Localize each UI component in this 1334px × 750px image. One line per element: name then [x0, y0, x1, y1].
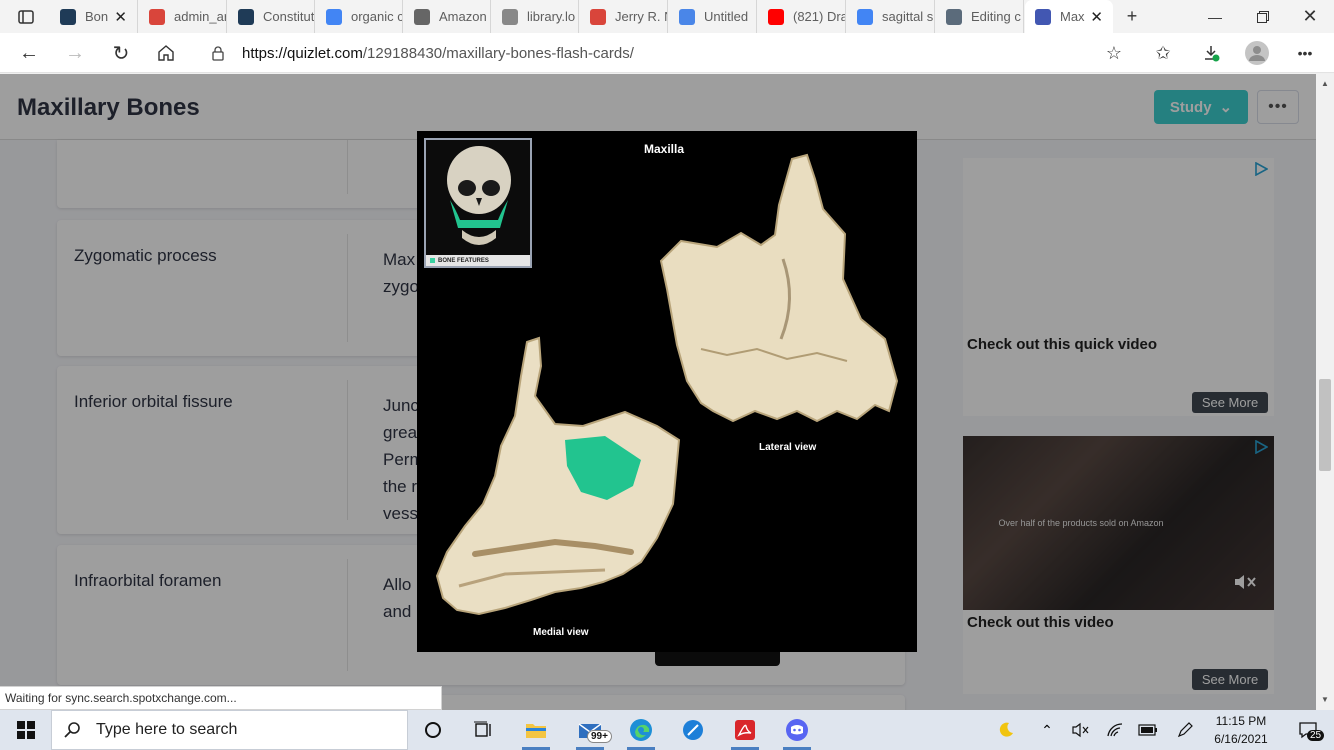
legend-swatch — [430, 258, 435, 263]
tab-actions-icon[interactable] — [12, 0, 40, 33]
task-view-icon[interactable] — [463, 710, 503, 750]
medial-view-label: Medial view — [533, 627, 589, 638]
google-icon — [326, 8, 342, 25]
quizlet-dark-icon — [60, 8, 76, 25]
status-bar-text: Waiting for sync.search.spotxchange.com.… — [0, 686, 442, 710]
google-docs-icon — [679, 8, 695, 25]
tab-label: admin_ar — [174, 9, 227, 24]
refresh-button[interactable]: ↻ — [107, 39, 135, 67]
scrollbar-thumb[interactable] — [1319, 379, 1331, 471]
url-text[interactable]: https://quizlet.com/129188430/maxillary-… — [242, 45, 634, 62]
browser-tab[interactable]: library.lo — [492, 0, 579, 33]
pdf-icon — [590, 8, 606, 25]
adobe-acrobat-icon[interactable] — [725, 710, 765, 750]
discord-icon[interactable] — [777, 710, 817, 750]
favorites-icon[interactable]: ✩ — [1149, 39, 1177, 67]
puzzle-icon — [946, 8, 962, 25]
back-button[interactable]: ← — [15, 39, 43, 67]
windows-start-icon[interactable] — [6, 710, 46, 750]
pdf-icon — [149, 8, 165, 25]
tab-label: (821) Dra — [793, 9, 846, 24]
address-toolbar: ← → ↻ https://quizlet.com/129188430/maxi… — [0, 33, 1334, 73]
tab-label: Editing c — [971, 9, 1021, 24]
browser-tab[interactable]: Constitut — [228, 0, 315, 33]
favorite-star-icon[interactable]: ☆ — [1100, 39, 1128, 67]
google-icon — [857, 8, 873, 25]
lock-icon[interactable] — [210, 45, 226, 61]
clock-time: 11:15 PM — [1215, 714, 1267, 728]
system-clock[interactable]: 11:15 PM 6/16/2021 — [1198, 712, 1284, 748]
browser-tab[interactable]: sagittal s — [847, 0, 935, 33]
battery-icon[interactable] — [1128, 710, 1168, 750]
night-light-icon[interactable] — [986, 710, 1026, 750]
close-tab-icon[interactable]: ✕ — [1090, 8, 1103, 26]
minimize-button[interactable]: — — [1200, 0, 1230, 33]
browser-tab[interactable]: Jerry R. N — [580, 0, 668, 33]
skull-icon — [426, 140, 530, 256]
address-bar[interactable]: https://quizlet.com/129188430/maxillary-… — [196, 37, 1136, 69]
windows-taskbar: Type here to search 99+ ⌃ 11:15 PM 6/16/… — [0, 710, 1334, 750]
tab-label: Amazon — [439, 9, 487, 24]
tab-label: sagittal s — [882, 9, 934, 24]
close-window-button[interactable]: ✕ — [1296, 0, 1324, 33]
browser-tab[interactable]: Max ✕ — [1025, 0, 1113, 33]
skull-thumbnail: BONE FEATURES — [424, 138, 532, 268]
home-button[interactable] — [152, 39, 180, 67]
thumb-label: BONE FEATURES — [438, 257, 489, 264]
notification-center-icon[interactable]: 25 — [1288, 710, 1328, 750]
browser-tab[interactable]: (821) Dra — [758, 0, 846, 33]
lateral-view-bone — [659, 153, 899, 423]
lateral-view-label: Lateral view — [759, 442, 817, 453]
downloads-icon[interactable] — [1197, 39, 1225, 67]
tab-label: organic c — [351, 9, 403, 24]
tab-label: Jerry R. N — [615, 9, 668, 24]
mail-icon[interactable]: 99+ — [570, 710, 612, 750]
scroll-down-arrow-icon[interactable]: ▼ — [1321, 695, 1329, 704]
close-tab-icon[interactable]: ✕ — [114, 8, 127, 26]
tab-label: Max — [1060, 9, 1085, 24]
mail-badge: 99+ — [587, 730, 612, 743]
new-tab-button[interactable]: + — [1118, 0, 1146, 33]
taskbar-search-box[interactable]: Type here to search — [51, 710, 408, 750]
underlying-image-edge — [655, 652, 780, 666]
quizlet-icon — [1035, 8, 1051, 25]
search-placeholder: Type here to search — [96, 721, 238, 738]
browser-tab[interactable]: Bon ✕ — [50, 0, 138, 33]
thumb-caption: BONE FEATURES — [426, 255, 530, 266]
file-explorer-icon[interactable] — [516, 710, 556, 750]
scroll-up-arrow-icon[interactable]: ▲ — [1321, 79, 1329, 88]
safari-like-icon[interactable] — [673, 710, 713, 750]
browser-tab[interactable]: Untitled — [669, 0, 757, 33]
profile-avatar[interactable] — [1243, 39, 1271, 67]
tab-label: Constitut — [263, 9, 315, 24]
tab-label: Untitled — [704, 9, 749, 24]
amazon-icon — [414, 8, 430, 25]
browser-tab[interactable]: organic c — [316, 0, 403, 33]
browser-tab[interactable]: Amazon — [404, 0, 491, 33]
tab-label: Bon — [85, 9, 109, 24]
edge-browser-icon[interactable] — [621, 710, 661, 750]
browser-tab[interactable]: Editing c — [936, 0, 1024, 33]
restore-button[interactable] — [1248, 0, 1278, 33]
tab-strip: Bon ✕ admin_ar Constitut organic c Amazon libr… — [0, 0, 1334, 33]
page-content: Maxillary Bones Study ⌄ ••• Zygomatic pro… — [0, 74, 1316, 710]
medial-view-bone — [435, 336, 681, 616]
tab-label: library.lo — [527, 9, 576, 24]
browser-tab[interactable]: admin_ar — [139, 0, 227, 33]
document-icon — [502, 8, 518, 25]
cortana-icon[interactable] — [413, 710, 453, 750]
volume-muted-icon[interactable] — [1060, 710, 1100, 750]
quizlet-dark-icon — [238, 8, 254, 25]
youtube-icon — [768, 8, 784, 25]
clock-date: 6/16/2021 — [1214, 732, 1268, 746]
notification-count: 25 — [1307, 730, 1325, 741]
search-icon — [64, 721, 82, 739]
page-scrollbar[interactable]: ▲ ▼ — [1316, 74, 1334, 710]
forward-button[interactable]: → — [61, 39, 89, 67]
settings-more-icon[interactable]: ••• — [1291, 39, 1319, 67]
enlarged-image-modal[interactable]: BONE FEATURES Maxilla Lateral view Media… — [417, 131, 917, 652]
